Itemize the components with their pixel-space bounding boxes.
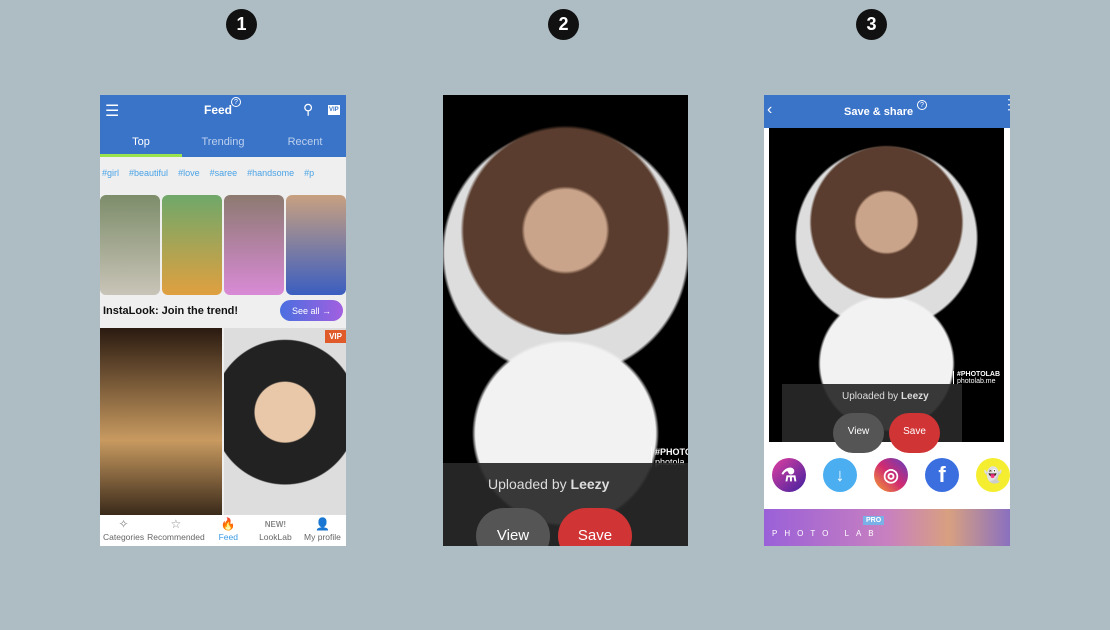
photolab-share-icon[interactable]: ⚗ bbox=[772, 458, 806, 492]
feed-card[interactable]: VIP bbox=[224, 328, 346, 515]
hashtag[interactable]: #p bbox=[304, 168, 314, 178]
uploaded-by-text: Uploaded by Leezy bbox=[842, 391, 929, 402]
page-title: Save & share bbox=[844, 106, 914, 118]
star-icon: ☆ bbox=[170, 517, 182, 531]
step-badge-1: 1 bbox=[226, 9, 257, 40]
hashtag[interactable]: #saree bbox=[210, 168, 238, 178]
more-options-icon[interactable]: ⋮ bbox=[1002, 97, 1010, 111]
feed-header: ☰ Feed ? ⚲ VIP Top Trending Recent bbox=[100, 95, 346, 157]
thumbnail[interactable] bbox=[162, 195, 222, 295]
pro-badge: PRO bbox=[863, 516, 885, 525]
bottom-nav: ✧ Categories ☆ Recommended 🔥 Feed NEW! LookL… bbox=[100, 515, 346, 546]
view-button[interactable]: View bbox=[833, 413, 884, 453]
result-screen: #PHOTOphotola Uploaded by Leezy View Sav… bbox=[443, 95, 688, 546]
search-icon[interactable]: ⚲ bbox=[303, 101, 313, 118]
save-button[interactable]: Save bbox=[889, 413, 940, 453]
tab-top[interactable]: Top bbox=[100, 125, 182, 157]
nav-categories[interactable]: ✧ Categories bbox=[100, 517, 147, 546]
nav-looklab[interactable]: NEW! LookLab bbox=[252, 517, 299, 546]
trend-thumbnails bbox=[100, 195, 346, 295]
hashtag[interactable]: #beautiful bbox=[129, 168, 168, 178]
hashtag[interactable]: #girl bbox=[102, 168, 119, 178]
snapchat-icon[interactable]: 👻 bbox=[976, 458, 1010, 492]
uploader-name[interactable]: Leezy bbox=[901, 391, 929, 402]
feed-screen: ☰ Feed ? ⚲ VIP Top Trending Recent #girl… bbox=[100, 95, 346, 546]
thumbnail[interactable] bbox=[286, 195, 346, 295]
nav-feed[interactable]: 🔥 Feed bbox=[205, 517, 252, 546]
facebook-icon[interactable]: f bbox=[925, 458, 959, 492]
uploaded-by-text: Uploaded by Leezy bbox=[488, 476, 610, 492]
nav-label: Feed bbox=[218, 532, 238, 542]
watermark: #PHOTOLAB photolab.me bbox=[953, 371, 1000, 385]
step-badge-2: 2 bbox=[548, 9, 579, 40]
result-image: #PHOTOLAB photolab.me Uploaded by Leezy V… bbox=[769, 128, 1004, 453]
nav-label: Recommended bbox=[147, 532, 205, 542]
page-title: Feed bbox=[204, 103, 233, 117]
photolab-pro-banner[interactable]: PHOTO LAB PRO bbox=[764, 509, 1010, 546]
download-icon[interactable]: ↓ bbox=[823, 458, 857, 492]
save-share-screen: ‹ Save & share ? ⋮ #PHOTOLAB photolab.me … bbox=[764, 95, 1010, 546]
step-badge-3: 3 bbox=[856, 9, 887, 40]
nav-my-profile[interactable]: 👤 My profile bbox=[299, 517, 346, 546]
section-title: InstaLook: Join the trend! bbox=[103, 305, 239, 317]
feed-card[interactable] bbox=[100, 328, 222, 515]
tab-trending[interactable]: Trending bbox=[182, 125, 264, 157]
vip-badge: VIP bbox=[325, 330, 346, 343]
uploader-name[interactable]: Leezy bbox=[571, 476, 610, 492]
hashtag[interactable]: #love bbox=[178, 168, 200, 178]
save-share-header: ‹ Save & share ? ⋮ bbox=[764, 95, 1010, 128]
share-row: ⚗ ↓ ◎ f 👻 bbox=[772, 458, 1010, 492]
banner-text: PHOTO LAB bbox=[772, 529, 881, 538]
profile-icon: 👤 bbox=[314, 517, 330, 531]
nav-recommended[interactable]: ☆ Recommended bbox=[147, 517, 205, 546]
nav-label: My profile bbox=[304, 532, 341, 542]
help-icon[interactable]: ? bbox=[231, 97, 241, 107]
save-button[interactable]: Save bbox=[558, 508, 632, 546]
magic-wand-icon: ✧ bbox=[118, 517, 129, 531]
hashtag[interactable]: #handsome bbox=[247, 168, 294, 178]
view-button[interactable]: View bbox=[476, 508, 550, 546]
instagram-icon[interactable]: ◎ bbox=[874, 458, 908, 492]
vip-icon[interactable]: VIP bbox=[328, 105, 340, 115]
thumbnail[interactable] bbox=[100, 195, 160, 295]
menu-icon[interactable]: ☰ bbox=[105, 101, 119, 121]
thumbnail[interactable] bbox=[224, 195, 284, 295]
nav-label: Categories bbox=[102, 532, 145, 542]
nav-label: LookLab bbox=[259, 532, 292, 542]
help-icon[interactable]: ? bbox=[917, 100, 927, 110]
flame-icon: 🔥 bbox=[220, 517, 236, 531]
hashtag-row: #girl #beautiful #love #saree #handsome … bbox=[102, 168, 314, 178]
new-badge: NEW! bbox=[264, 520, 287, 529]
see-all-button[interactable]: See all → bbox=[280, 300, 343, 321]
back-icon[interactable]: ‹ bbox=[767, 101, 772, 119]
tab-recent[interactable]: Recent bbox=[264, 125, 346, 157]
